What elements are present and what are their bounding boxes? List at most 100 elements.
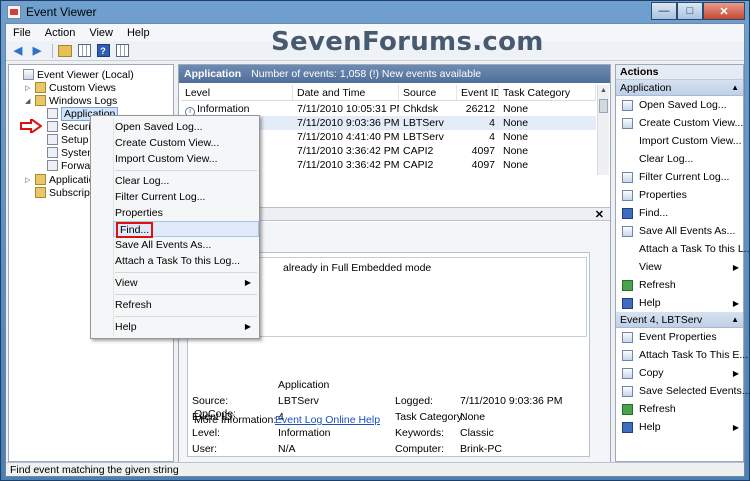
help-button[interactable]: ?: [95, 43, 111, 59]
action-attach-task-to-this-e[interactable]: Attach Task To This E...: [616, 346, 748, 364]
context-item-properties[interactable]: Properties: [115, 205, 257, 221]
context-item-save-all-events-as[interactable]: Save All Events As...: [115, 237, 257, 253]
action-label: Event Properties: [639, 331, 717, 343]
find-icon: [622, 207, 633, 219]
column-event-id[interactable]: Event ID: [457, 85, 499, 100]
context-item-open-saved-log[interactable]: Open Saved Log...: [115, 119, 257, 135]
context-item-label: Refresh: [115, 299, 152, 311]
event-cell-source: LBTServ: [403, 131, 444, 143]
event-cell-id: 26212: [465, 103, 495, 115]
collapse-triangle-icon[interactable]: ▲: [731, 80, 739, 96]
event-level-text: Information: [197, 103, 250, 115]
expand-toggle-icon[interactable]: ▷: [25, 84, 33, 92]
context-item-help[interactable]: Help ▶: [115, 319, 257, 335]
column-task-category[interactable]: Task Category: [499, 85, 596, 100]
tree-item-label: Windows Logs: [49, 94, 118, 107]
event-log-online-help-link[interactable]: Event Log Online Help: [275, 414, 380, 426]
menu-view[interactable]: View: [82, 27, 120, 39]
tree-item-setup[interactable]: Setup: [37, 133, 88, 146]
log-header: Application Number of events: 1,058 (!) …: [179, 65, 610, 83]
maximize-button[interactable]: □: [677, 2, 703, 20]
submenu-arrow-icon: ▶: [732, 298, 739, 308]
expand-toggle-icon[interactable]: ▷: [25, 176, 33, 184]
submenu-arrow-icon: ▶: [244, 278, 251, 287]
context-item-view[interactable]: View ▶: [115, 275, 257, 291]
event-cell-source: CAPI2: [403, 145, 434, 157]
action-save-selected-events[interactable]: Save Selected Events...: [616, 382, 750, 400]
context-item-find[interactable]: Find...: [113, 221, 259, 238]
show-hide-action-pane-button[interactable]: [114, 43, 130, 59]
event-cell-level: i Information: [181, 102, 293, 116]
tree-item-custom-views[interactable]: ▷ Custom Views: [25, 81, 116, 94]
column-source[interactable]: Source: [399, 85, 457, 100]
show-hide-tree-button[interactable]: [76, 43, 92, 59]
submenu-arrow-icon: ▶: [732, 422, 739, 432]
action-copy[interactable]: Copy ▶: [616, 364, 743, 382]
actions-pane: Actions Application ▲ Open Saved Log... C…: [615, 64, 750, 462]
event-cell-id: 4097: [471, 145, 495, 157]
action-import-custom-view[interactable]: Import Custom View...: [616, 132, 743, 150]
context-item-create-custom-view[interactable]: Create Custom View...: [115, 135, 257, 151]
close-button[interactable]: ✕: [703, 2, 745, 20]
action-create-custom-view[interactable]: Create Custom View...: [616, 114, 743, 132]
actions-title: Actions: [616, 65, 743, 80]
forward-arrow-icon[interactable]: ▶: [29, 43, 45, 59]
action-refresh[interactable]: Refresh: [616, 400, 743, 418]
column-date-time[interactable]: Date and Time: [293, 85, 399, 100]
save-icon: [622, 385, 633, 397]
caption-buttons: — □ ✕: [651, 2, 745, 20]
scroll-thumb[interactable]: [599, 99, 608, 113]
level-value: Information: [278, 427, 331, 439]
action-open-saved-log[interactable]: Open Saved Log...: [616, 96, 743, 114]
collapse-triangle-icon[interactable]: ▲: [731, 312, 739, 328]
back-arrow-icon[interactable]: ◀: [10, 43, 26, 59]
event-cell-task: None: [503, 159, 529, 171]
action-event-properties[interactable]: Event Properties: [616, 328, 743, 346]
actions-section-event[interactable]: Event 4, LBTServ ▲: [616, 312, 743, 328]
scroll-up-icon[interactable]: ▲: [598, 85, 609, 97]
action-help[interactable]: Help ▶: [616, 294, 743, 312]
log-icon: [47, 160, 58, 171]
tree-item-label: Custom Views: [49, 81, 116, 94]
action-clear-log[interactable]: Clear Log...: [616, 150, 743, 168]
action-filter-current-log[interactable]: Filter Current Log...: [616, 168, 743, 186]
expand-toggle-icon[interactable]: ◢: [25, 97, 33, 105]
properties-icon: [622, 189, 633, 201]
up-folder-button[interactable]: [57, 43, 73, 59]
minimize-button[interactable]: —: [651, 2, 677, 20]
menu-action[interactable]: Action: [38, 27, 83, 39]
context-item-attach-a-task-to-this-log[interactable]: Attach a Task To this Log...: [115, 253, 257, 269]
keywords-value: Classic: [460, 427, 494, 439]
tree-item-windows-logs[interactable]: ◢ Windows Logs: [25, 94, 117, 107]
action-view[interactable]: View ▶: [616, 258, 743, 276]
close-detail-icon[interactable]: ✕: [595, 208, 604, 221]
context-item-refresh[interactable]: Refresh: [115, 297, 257, 313]
tree-item-system[interactable]: System: [37, 146, 96, 159]
action-find[interactable]: Find...: [616, 204, 743, 222]
context-item-clear-log[interactable]: Clear Log...: [115, 173, 257, 189]
source-label: Source:: [192, 395, 229, 407]
action-help[interactable]: Help ▶: [616, 418, 743, 436]
folder-icon: [35, 82, 46, 93]
log-name: Application: [184, 68, 242, 80]
action-refresh[interactable]: Refresh: [616, 276, 743, 294]
menu-help[interactable]: Help: [120, 27, 157, 39]
action-save-all-events-as[interactable]: Save All Events As...: [616, 222, 743, 240]
event-row[interactable]: i Information 7/11/2010 10:05:31 PM Chkdsk 2…: [181, 102, 596, 116]
context-item-filter-current-log[interactable]: Filter Current Log...: [115, 189, 257, 205]
menu-file[interactable]: File: [6, 27, 38, 39]
context-item-import-custom-view[interactable]: Import Custom View...: [115, 151, 257, 167]
column-level[interactable]: Level: [181, 85, 293, 100]
event-cell-source: Chkdsk: [403, 103, 439, 115]
action-attach-a-task-to-this-l[interactable]: Attach a Task To this L...: [616, 240, 750, 258]
toolbar-separator: [52, 43, 53, 58]
actions-section-application[interactable]: Application ▲: [616, 80, 743, 96]
event-list-scrollbar[interactable]: ▲: [597, 85, 609, 175]
action-properties[interactable]: Properties: [616, 186, 743, 204]
folder-icon: [35, 187, 46, 198]
tree-item-event-viewer-local-[interactable]: Event Viewer (Local): [13, 68, 134, 81]
title-bar[interactable]: Event Viewer — □ ✕: [1, 1, 749, 23]
event-message-text: already in Full Embedded mode: [283, 262, 432, 274]
action-label: Open Saved Log...: [639, 99, 727, 111]
action-label: Copy: [639, 367, 664, 379]
